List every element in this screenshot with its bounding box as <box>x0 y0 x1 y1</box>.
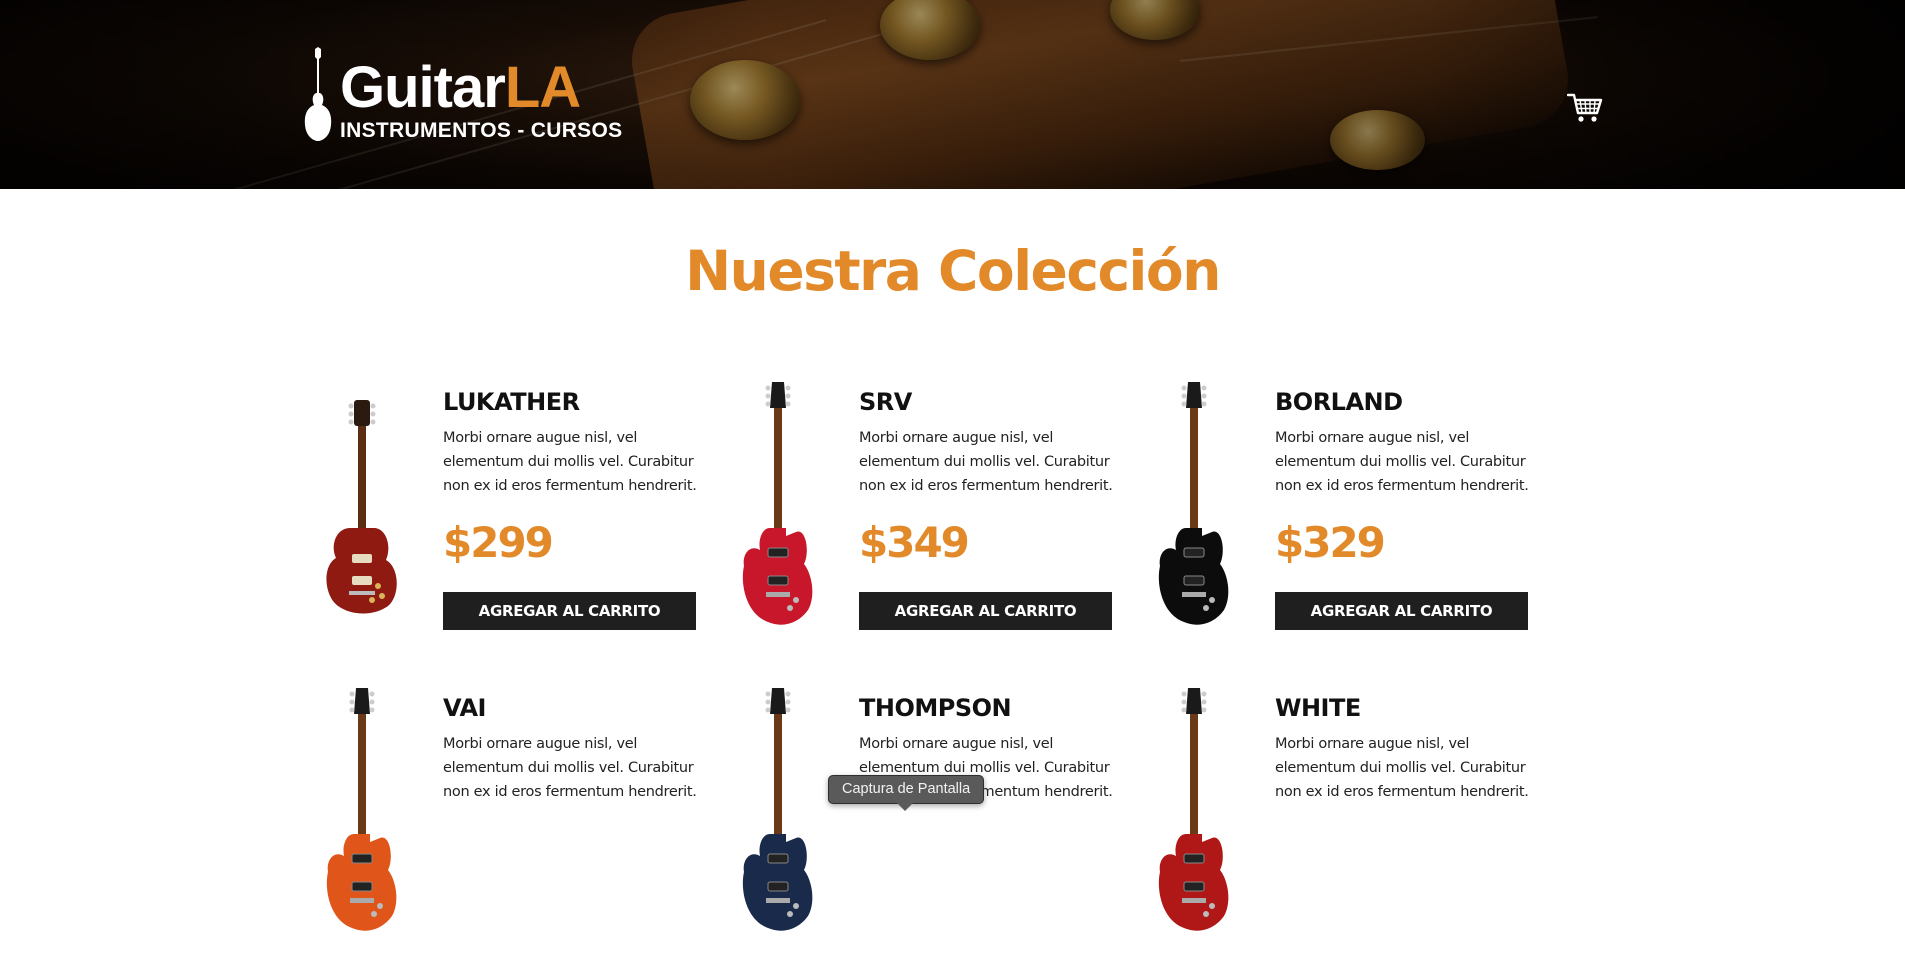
product-description: Morbi ornare augue nisl, vel elementum d… <box>443 430 697 494</box>
site-logo[interactable]: GuitarLA INSTRUMENTOS - CURSOS <box>302 45 622 145</box>
guitar-image <box>1158 688 1229 931</box>
product-price: $299 <box>443 518 554 567</box>
cart-icon <box>1566 93 1603 122</box>
product-card: SRV Morbi ornare augue nisl, vel elementu… <box>728 378 1128 648</box>
add-to-cart-button[interactable]: AGREGAR AL CARRITO <box>1275 592 1528 630</box>
product-name: WHITE <box>1275 694 1361 722</box>
logo-wordmark: GuitarLA <box>340 55 581 120</box>
product-name: BORLAND <box>1275 388 1403 416</box>
product-card: THOMPSON Morbi ornare augue nisl, vel ele… <box>728 684 1128 954</box>
product-description: Morbi ornare augue nisl, vel elementum d… <box>443 736 697 800</box>
header-overlay <box>0 0 1905 189</box>
product-price: $349 <box>859 518 970 567</box>
guitar-image <box>1158 382 1229 625</box>
guitar-logo-icon <box>304 47 332 141</box>
product-info: VAI Morbi ornare augue nisl, vel elementu… <box>443 684 723 804</box>
product-info: LUKATHER Morbi ornare augue nisl, vel ele… <box>443 378 723 630</box>
cart-button[interactable] <box>1566 92 1603 124</box>
guitar-image <box>742 688 813 931</box>
product-description: Morbi ornare augue nisl, vel elementum d… <box>859 430 1113 494</box>
add-to-cart-button[interactable]: AGREGAR AL CARRITO <box>443 592 696 630</box>
guitar-image <box>326 688 397 931</box>
product-name: VAI <box>443 694 486 722</box>
logo-subtitle: INSTRUMENTOS - CURSOS <box>340 119 623 142</box>
guitar-image <box>742 382 813 625</box>
site-header: GuitarLA INSTRUMENTOS - CURSOS <box>0 0 1905 189</box>
tooltip: Captura de Pantalla <box>828 775 985 811</box>
product-name: LUKATHER <box>443 388 580 416</box>
add-to-cart-button[interactable]: AGREGAR AL CARRITO <box>859 592 1112 630</box>
product-name: SRV <box>859 388 912 416</box>
product-card: LUKATHER Morbi ornare augue nisl, vel ele… <box>312 378 712 648</box>
page-title: Nuestra Colección <box>685 239 1221 303</box>
product-name: THOMPSON <box>859 694 1012 722</box>
product-info: SRV Morbi ornare augue nisl, vel elementu… <box>859 378 1139 630</box>
product-card: VAI Morbi ornare augue nisl, vel elementu… <box>312 684 712 954</box>
product-price: $329 <box>1275 518 1386 567</box>
guitar-image <box>326 400 397 614</box>
product-description: Morbi ornare augue nisl, vel elementum d… <box>1275 736 1529 800</box>
product-card: WHITE Morbi ornare augue nisl, vel elemen… <box>1144 684 1544 954</box>
product-description: Morbi ornare augue nisl, vel elementum d… <box>1275 430 1529 494</box>
product-card: BORLAND Morbi ornare augue nisl, vel elem… <box>1144 378 1544 648</box>
product-info: BORLAND Morbi ornare augue nisl, vel elem… <box>1275 378 1555 630</box>
product-info: WHITE Morbi ornare augue nisl, vel elemen… <box>1275 684 1555 804</box>
